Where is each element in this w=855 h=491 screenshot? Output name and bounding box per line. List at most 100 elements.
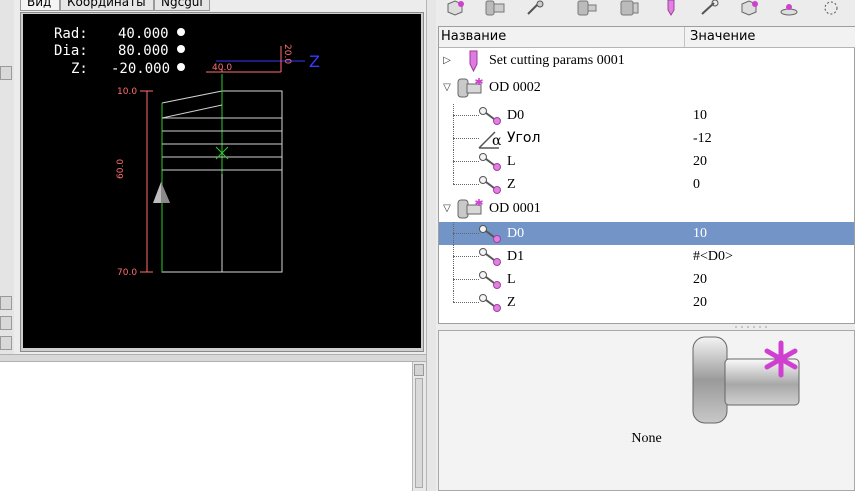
drill-icon[interactable]: [776, 0, 802, 18]
tree-row-label: Z: [507, 295, 516, 310]
panel-separator[interactable]: [0, 354, 426, 362]
tree-param-row[interactable]: D0 10: [439, 222, 854, 245]
edge-button[interactable]: [0, 66, 12, 80]
dro-dia-value: 80.000: [118, 43, 169, 59]
scroll-up-button[interactable]: [414, 364, 424, 376]
tree-operation-row[interactable]: ▽ OD 0002: [439, 76, 854, 99]
tree-param-row[interactable]: D0 10: [439, 104, 854, 127]
tree-connector: [453, 291, 454, 302]
dro-rad-label: Rad:: [54, 26, 88, 42]
operations-tree[interactable]: Название Значение ▷ Set cutting params 00…: [438, 26, 855, 324]
column-header-value[interactable]: Значение: [688, 27, 855, 47]
preview-label: None: [631, 431, 662, 446]
tree-connector: [453, 279, 479, 280]
tree-row-value[interactable]: 0: [693, 173, 700, 196]
dro-rad-value: 40.000: [118, 26, 169, 42]
pane-divider[interactable]: [426, 0, 436, 491]
tree-header: Название Значение: [439, 27, 855, 48]
tree-connector: [453, 245, 454, 268]
tree-param-row[interactable]: L 20: [439, 268, 854, 291]
tree-connector: [453, 127, 454, 150]
tree-connector: [453, 302, 479, 303]
tree-row-value[interactable]: 20: [693, 150, 707, 173]
tab-ngcgui[interactable]: Ngcgui: [154, 0, 210, 11]
od-turning-icon: [457, 77, 485, 104]
tree-row-label: Z: [507, 177, 516, 192]
param-icon: [477, 292, 503, 319]
tree-row-label: D1: [507, 249, 525, 264]
tree-param-row[interactable]: Z0: [439, 173, 854, 196]
tree-row-label: Set cutting params 0001: [489, 53, 625, 68]
tree-operation-row[interactable]: ▷ Set cutting params 0001: [439, 49, 854, 73]
tree-connector: [453, 268, 454, 291]
tree-row-value[interactable]: 20: [693, 291, 707, 314]
tree-row-label: D0: [507, 226, 525, 241]
tree-row-label: Угол: [507, 130, 541, 146]
homed-icon: [177, 28, 185, 71]
od-turning-large-icon: [692, 336, 800, 424]
operation-preview: None: [438, 330, 855, 491]
tree-row-label: OD 0002: [489, 80, 541, 95]
od-turning-icon: [457, 198, 485, 225]
expand-icon[interactable]: ▷: [441, 49, 453, 72]
tree-param-row[interactable]: D1 #<D0>: [439, 245, 854, 268]
tree-connector: [453, 256, 479, 257]
tab-view[interactable]: Вид: [20, 0, 60, 11]
y-bottom-label: 70.0: [117, 268, 137, 278]
part-add-icon[interactable]: [442, 0, 468, 18]
y-mid-label: 60.0: [116, 159, 126, 179]
tree-connector: [453, 115, 479, 116]
z-axis-label: Z: [309, 52, 320, 71]
toolpath-preview[interactable]: Rad: 40.000 Dia: 80.000 Z: -20.000 Z 40.…: [23, 14, 421, 348]
dro-z-label: Z:: [71, 61, 88, 77]
tree-row-value[interactable]: -12: [693, 127, 712, 150]
z-dim-label: 20.0: [282, 44, 292, 64]
tree-param-row[interactable]: Z 20: [439, 291, 854, 314]
id-icon[interactable]: [574, 0, 600, 18]
scroll-thumb[interactable]: [415, 378, 423, 488]
tree-connector: [453, 150, 454, 173]
cutting-tool-icon[interactable]: [658, 0, 684, 18]
console-scrollbar[interactable]: [412, 362, 426, 491]
edge-button[interactable]: [0, 296, 12, 310]
tree-connector: [453, 233, 479, 234]
column-header-name[interactable]: Название: [439, 27, 685, 47]
edge-button[interactable]: [0, 316, 12, 330]
tree-row-label: L: [507, 154, 516, 169]
tree-connector: [453, 173, 454, 184]
y-top-label: 10.0: [117, 87, 137, 97]
group-icon[interactable]: [736, 0, 762, 18]
tree-param-row[interactable]: L 20: [439, 150, 854, 173]
face-icon[interactable]: [616, 0, 642, 18]
tree-connector: [453, 222, 454, 245]
circle-icon[interactable]: [818, 0, 844, 18]
tree-connector: [453, 161, 479, 162]
tree-connector: [453, 138, 479, 139]
tree-param-row[interactable]: α Угол -12: [439, 127, 854, 150]
tree-row-label: D0: [507, 108, 525, 123]
operations-toolbar: [436, 0, 855, 22]
thread-icon[interactable]: [696, 0, 722, 18]
left-edge-toolbar: [0, 0, 14, 360]
svg-text:α: α: [492, 133, 502, 149]
gear-tool-icon[interactable]: [522, 0, 548, 18]
edge-button[interactable]: [0, 336, 12, 350]
tree-connector: [453, 184, 479, 185]
tree-row-value[interactable]: 20: [693, 268, 707, 291]
tree-operation-row[interactable]: ▽ OD 0001: [439, 197, 854, 220]
dro-z-value: -20.000: [111, 61, 170, 77]
cutting-tool-icon: [463, 50, 485, 77]
tab-coordinates[interactable]: Координаты: [60, 0, 154, 11]
collapse-icon[interactable]: ▽: [441, 76, 453, 99]
tree-connector: [453, 104, 454, 127]
tree-row-value[interactable]: 10: [693, 222, 707, 245]
console-area[interactable]: [0, 362, 412, 491]
od-icon[interactable]: [482, 0, 508, 18]
x-dim-label: 40.0: [212, 63, 232, 73]
tree-row-value[interactable]: 10: [693, 104, 707, 127]
tree-row-value[interactable]: #<D0>: [693, 245, 733, 268]
tree-row-label: L: [507, 272, 516, 287]
tree-row-label: OD 0001: [489, 201, 541, 216]
dro-dia-label: Dia:: [54, 43, 88, 59]
collapse-icon[interactable]: ▽: [441, 197, 453, 220]
